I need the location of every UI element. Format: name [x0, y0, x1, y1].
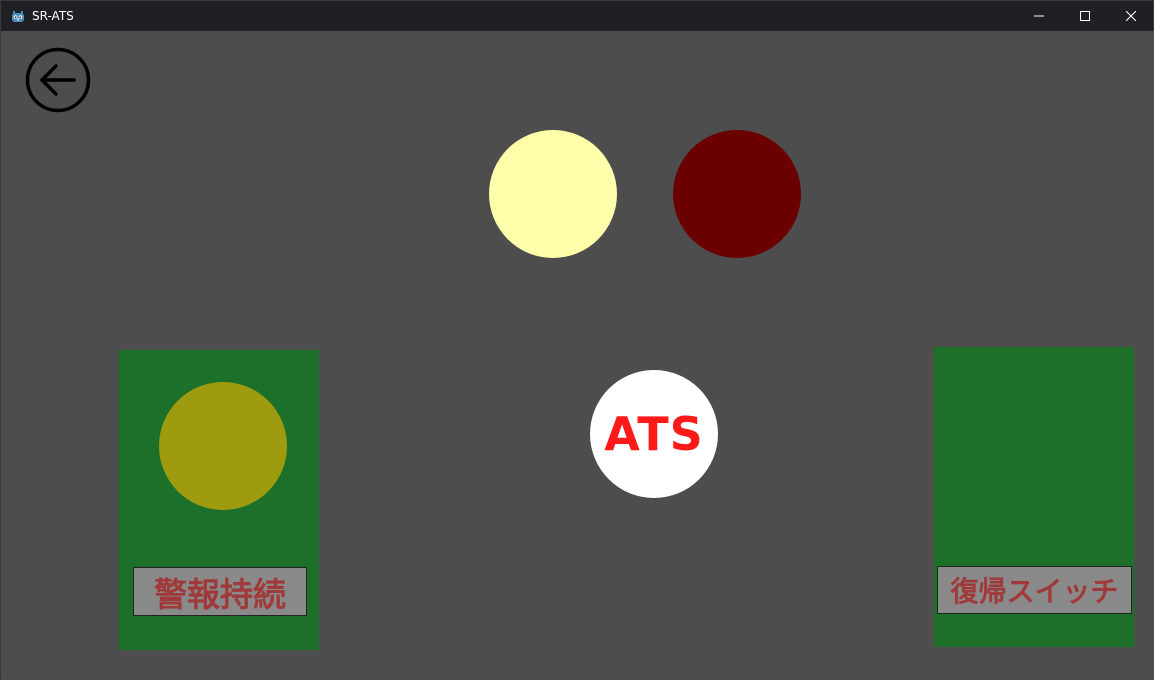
- close-button[interactable]: [1108, 1, 1154, 31]
- pale-yellow-lamp: [489, 130, 617, 258]
- alarm-continue-lamp: [159, 382, 287, 510]
- ats-indicator: ATS: [590, 370, 718, 498]
- window-title: SR-ATS: [32, 9, 74, 23]
- back-button[interactable]: [25, 47, 91, 113]
- app-window: SR-ATS 警報持続 復帰スイッチ ATS: [0, 0, 1154, 680]
- ats-label: ATS: [604, 407, 704, 461]
- dark-red-lamp: [673, 130, 801, 258]
- alarm-continue-label: 警報持続: [133, 567, 307, 616]
- alarm-continue-button[interactable]: 警報持続: [119, 350, 319, 650]
- maximize-icon: [1080, 11, 1090, 21]
- minimize-button[interactable]: [1016, 1, 1062, 31]
- reset-switch-label: 復帰スイッチ: [937, 566, 1132, 614]
- maximize-button[interactable]: [1062, 1, 1108, 31]
- minimize-icon: [1034, 11, 1044, 21]
- ats-panel-area: 警報持続 復帰スイッチ ATS: [2, 32, 1154, 680]
- reset-switch-button[interactable]: 復帰スイッチ: [934, 347, 1134, 647]
- arrow-left-circle-icon: [25, 47, 91, 117]
- close-icon: [1126, 11, 1136, 21]
- godot-engine-icon: [11, 9, 25, 23]
- title-bar[interactable]: SR-ATS: [1, 1, 1153, 31]
